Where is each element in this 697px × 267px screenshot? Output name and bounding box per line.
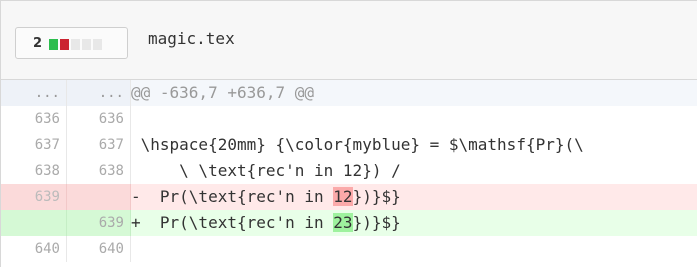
code-text: - Pr(\text{rec'n in [131, 187, 334, 206]
hunk-header-text: @@ -636,7 +636,7 @@ [131, 83, 315, 102]
new-line-number[interactable]: 639 [67, 210, 131, 236]
new-line-number[interactable]: 636 [67, 106, 131, 132]
diffstat-badge: 2 [15, 27, 128, 59]
added-word-highlight: 23 [333, 213, 353, 232]
diff-view: 2 magic.tex ... ... @@ -636,7 +636,7 @@ … [0, 0, 697, 267]
old-line-number[interactable]: 640 [1, 236, 67, 262]
diffstat-block-neutral [93, 39, 102, 50]
code-text: + Pr(\text{rec'n in [131, 213, 334, 232]
diffstat-block-added [49, 39, 58, 50]
new-line-number[interactable]: 637 [67, 132, 131, 158]
code-line: \hspace{20mm} {\color{myblue} = $\mathsf… [131, 132, 697, 158]
deleted-word-highlight: 12 [333, 187, 353, 206]
old-line-number[interactable]: 636 [1, 106, 67, 132]
code-line: + Pr(\text{rec'n in 23})}$} [131, 210, 697, 236]
old-line-number[interactable] [1, 210, 67, 236]
expand-line-button-old[interactable]: ... [1, 80, 67, 106]
diff-row: 637 637 \hspace{20mm} {\color{myblue} = … [1, 132, 697, 158]
diffstat-block-neutral [71, 39, 80, 50]
diffstat-block-neutral [82, 39, 91, 50]
file-header: 2 magic.tex [1, 1, 697, 80]
new-line-number[interactable]: 638 [67, 158, 131, 184]
expand-line-button-new[interactable]: ... [67, 80, 131, 106]
code-line: - Pr(\text{rec'n in 12})}$} [131, 184, 697, 210]
old-line-number[interactable]: 638 [1, 158, 67, 184]
diffstat-count: 2 [33, 36, 43, 51]
diff-table: ... ... @@ -636,7 +636,7 @@ 636 636 637 … [1, 80, 697, 267]
old-line-number[interactable]: 639 [1, 184, 67, 210]
code-line: \ \text{rec'n in 12}) / [131, 158, 697, 184]
code-text: })}$} [352, 187, 401, 206]
file-name-link[interactable]: magic.tex [148, 29, 235, 48]
hunk-header-row: ... ... @@ -636,7 +636,7 @@ [1, 80, 697, 106]
diff-row: 640 640 [1, 236, 697, 262]
diff-row: 636 636 [1, 106, 697, 132]
new-line-number[interactable]: 640 [67, 236, 131, 262]
code-text: \ \text{rec'n in 12}) / [131, 161, 401, 180]
code-text: })}$} [352, 213, 401, 232]
diff-row-added: 639 + Pr(\text{rec'n in 23})}$} [1, 210, 697, 236]
old-line-number[interactable]: 637 [1, 132, 67, 158]
new-line-number[interactable] [67, 184, 131, 210]
code-text: \hspace{20mm} {\color{myblue} = $\mathsf… [131, 135, 584, 154]
diff-row-deleted: 639 - Pr(\text{rec'n in 12})}$} [1, 184, 697, 210]
diffstat-block-deleted [60, 39, 69, 50]
diff-row: 638 638 \ \text{rec'n in 12}) / [1, 158, 697, 184]
